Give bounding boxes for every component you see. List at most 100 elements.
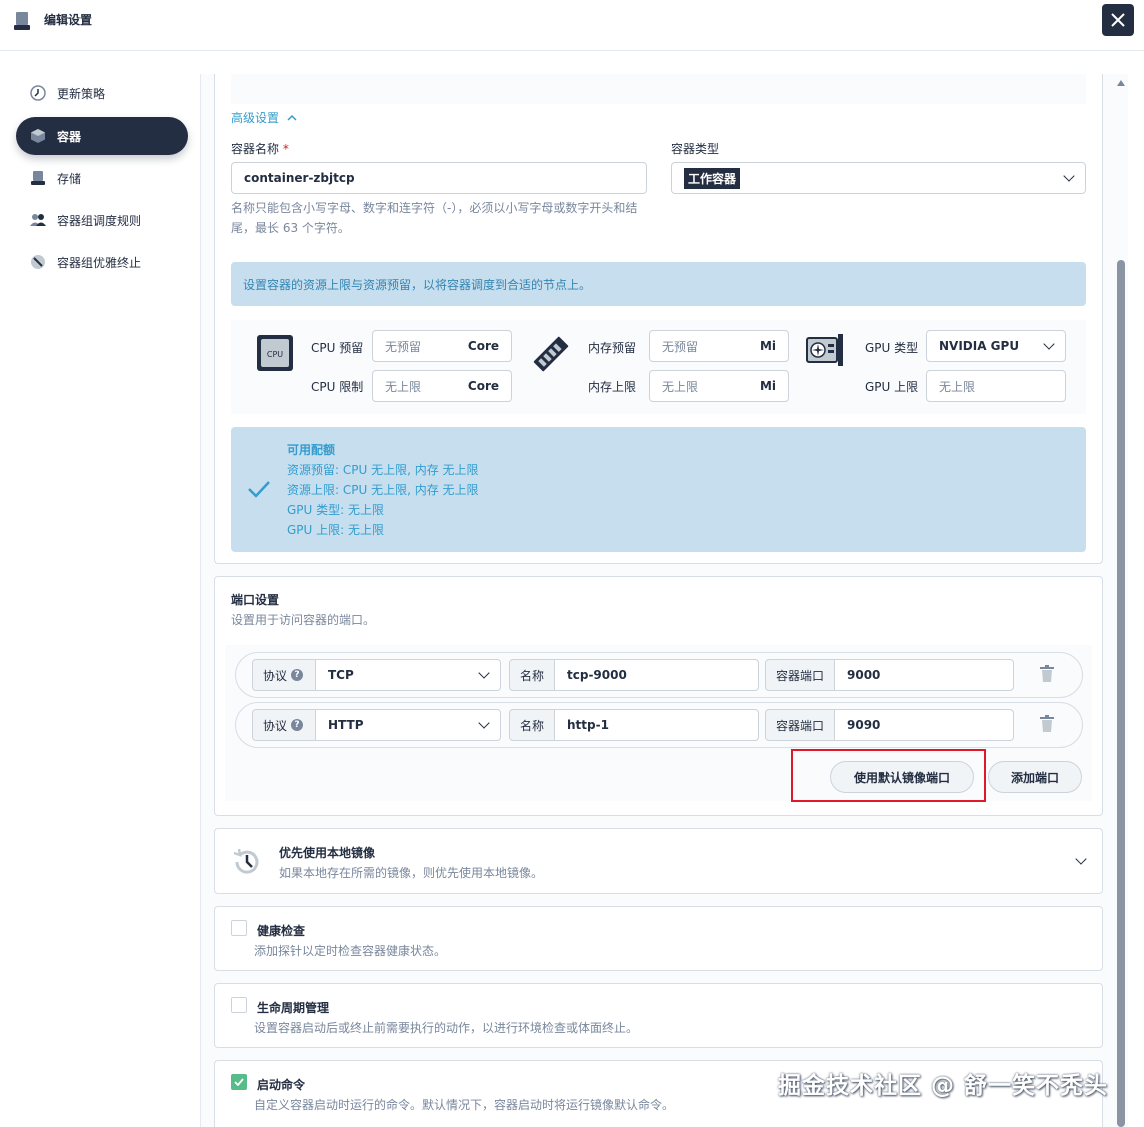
lifecycle-title: 生命周期管理 <box>257 1001 330 1015</box>
gpu-limit-input[interactable]: 无上限 <box>926 370 1066 402</box>
start-command-title: 启动命令 <box>257 1078 306 1092</box>
chevron-down-icon <box>478 717 490 729</box>
terminate-icon <box>30 254 46 270</box>
check-icon <box>234 1078 244 1086</box>
sidebar-item-storage[interactable]: 存储 <box>16 159 188 197</box>
health-check-checkbox[interactable] <box>231 920 247 936</box>
sidebar-item-label: 存储 <box>57 171 82 186</box>
protocol-addon: 协议? <box>252 659 316 691</box>
lifecycle-checkbox[interactable] <box>231 997 247 1013</box>
protocol-select[interactable]: TCP <box>315 659 501 691</box>
local-image-desc: 如果本地存在所需的镜像，则优先使用本地镜像。 <box>279 866 544 880</box>
health-check-desc: 添加探针以定时检查容器健康状态。 <box>254 944 447 958</box>
gpu-type-select[interactable]: NVIDIA GPU <box>926 330 1066 362</box>
container-name-label: 容器名称 * <box>231 142 289 156</box>
local-image-title: 优先使用本地镜像 <box>279 846 376 860</box>
container-type-value: 工作容器 <box>684 167 741 189</box>
port-name-input[interactable]: tcp-9000 <box>554 659 759 691</box>
cpu-limit-label: CPU 限制 <box>311 380 364 394</box>
close-icon <box>1111 13 1125 27</box>
available-quota-banner: 可用配额 资源预留: CPU 无上限, 内存 无上限 资源上限: CPU 无上限… <box>231 427 1086 552</box>
quota-line: GPU 类型: 无上限 <box>287 503 384 517</box>
protocol-addon: 协议? <box>252 709 316 741</box>
svg-text:CPU: CPU <box>267 350 283 359</box>
storage-icon <box>14 12 30 30</box>
container-type-label: 容器类型 <box>671 142 720 156</box>
close-button[interactable] <box>1102 4 1134 36</box>
protocol-select[interactable]: HTTP <box>315 709 501 741</box>
port-row: 协议? HTTP 名称 http-1 容器端口 9090 <box>235 702 1083 748</box>
start-command-desc: 自定义容器启动时运行的命令。默认情况下，容器启动时将运行镜像默认命令。 <box>254 1098 675 1112</box>
container-port-addon: 容器端口 <box>765 659 835 691</box>
top-strip <box>231 74 1086 104</box>
update-strategy-icon <box>30 85 46 101</box>
cpu-limit-input[interactable]: 无上限 Core <box>372 370 512 402</box>
port-settings-desc: 设置用于访问容器的端口。 <box>231 613 376 627</box>
chevron-up-icon <box>287 114 297 121</box>
container-port-addon: 容器端口 <box>765 709 835 741</box>
trash-icon[interactable] <box>1040 665 1054 683</box>
gpu-type-label: GPU 类型 <box>865 341 919 355</box>
container-name-hint: 名称只能包含小写字母、数字和连字符（-），必须以小写字母或数字开头和结 尾，最长… <box>231 201 638 235</box>
port-name-addon: 名称 <box>509 709 555 741</box>
chevron-down-icon <box>478 667 490 679</box>
trash-icon[interactable] <box>1040 715 1054 733</box>
port-name-addon: 名称 <box>509 659 555 691</box>
resource-settings: CPU CPU 预留 无预留 Core CPU 限制 无上限 Core 内存预留 无… <box>231 320 1086 414</box>
scrollbar[interactable] <box>1114 74 1128 1127</box>
scroll-up-arrow-icon[interactable] <box>1117 80 1125 86</box>
container-port-input[interactable]: 9090 <box>834 709 1014 741</box>
port-settings-title: 端口设置 <box>231 593 280 607</box>
memory-reserve-input[interactable]: 无预留 Mi <box>649 330 789 362</box>
help-icon[interactable]: ? <box>291 669 304 681</box>
sidebar-item-label: 容器组调度规则 <box>57 213 142 228</box>
highlight-box <box>791 749 986 802</box>
advanced-settings-toggle[interactable]: 高级设置 <box>231 109 297 126</box>
sidebar-item-update-strategy[interactable]: 更新策略 <box>16 74 188 112</box>
cpu-reserve-input[interactable]: 无预留 Core <box>372 330 512 362</box>
sidebar: 更新策略 容器 存储 容器组调度规则 容器组优雅终止 <box>0 52 200 1127</box>
cpu-icon: CPU <box>257 335 293 371</box>
sidebar-item-label: 容器 <box>57 129 82 144</box>
memory-icon <box>533 336 569 372</box>
sidebar-item-container[interactable]: 容器 <box>16 117 188 155</box>
resource-info-banner: 设置容器的资源上限与资源预留，以将容器调度到合适的节点上。 <box>231 262 1086 306</box>
quota-title: 可用配额 <box>287 443 336 457</box>
lifecycle-desc: 设置容器启动后或终止前需要执行的动作，以进行环境检查或体面终止。 <box>254 1021 639 1035</box>
sidebar-item-label: 容器组优雅终止 <box>57 255 142 270</box>
container-port-input[interactable]: 9000 <box>834 659 1014 691</box>
lifecycle-card: 生命周期管理 设置容器启动后或终止前需要执行的动作，以进行环境检查或体面终止。 <box>214 983 1103 1048</box>
check-icon <box>248 481 270 498</box>
port-row: 协议? TCP 名称 tcp-9000 容器端口 9000 <box>235 652 1083 698</box>
advanced-settings-label: 高级设置 <box>231 111 280 125</box>
container-type-select[interactable]: 工作容器 <box>671 162 1086 194</box>
memory-reserve-label: 内存预留 <box>588 341 637 355</box>
quota-line: GPU 上限: 无上限 <box>287 523 384 537</box>
history-icon <box>233 848 259 874</box>
modal-header: 编辑设置 <box>0 0 1144 51</box>
container-settings-card: 高级设置 容器名称 * container-zbjtcp 名称只能包含小写字母、… <box>214 74 1103 564</box>
watermark: 掘金技术社区 @ 舒一笑不秃头 <box>778 1073 1109 1099</box>
container-icon <box>30 128 46 144</box>
help-icon[interactable]: ? <box>291 719 304 731</box>
sidebar-item-graceful-termination[interactable]: 容器组优雅终止 <box>16 243 188 281</box>
add-port-button[interactable]: 添加端口 <box>988 761 1082 793</box>
sidebar-item-label: 更新策略 <box>57 86 106 101</box>
container-name-input[interactable]: container-zbjtcp <box>231 162 647 194</box>
memory-limit-input[interactable]: 无上限 Mi <box>649 370 789 402</box>
sidebar-item-scheduling[interactable]: 容器组调度规则 <box>16 201 188 239</box>
local-image-card[interactable]: 优先使用本地镜像 如果本地存在所需的镜像，则优先使用本地镜像。 <box>214 828 1103 894</box>
main-content: 高级设置 容器名称 * container-zbjtcp 名称只能包含小写字母、… <box>200 74 1114 1127</box>
cpu-reserve-label: CPU 预留 <box>311 341 364 355</box>
modal-title: 编辑设置 <box>44 13 93 27</box>
storage-icon <box>30 170 46 186</box>
chevron-down-icon <box>1063 170 1075 182</box>
quota-line: 资源上限: CPU 无上限, 内存 无上限 <box>287 483 479 497</box>
start-command-checkbox[interactable] <box>231 1074 247 1090</box>
scroll-thumb[interactable] <box>1117 260 1125 1127</box>
scheduling-icon <box>30 212 46 228</box>
chevron-down-icon <box>1043 338 1055 350</box>
port-name-input[interactable]: http-1 <box>554 709 759 741</box>
chevron-down-icon[interactable] <box>1075 853 1087 865</box>
quota-line: 资源预留: CPU 无上限, 内存 无上限 <box>287 463 479 477</box>
